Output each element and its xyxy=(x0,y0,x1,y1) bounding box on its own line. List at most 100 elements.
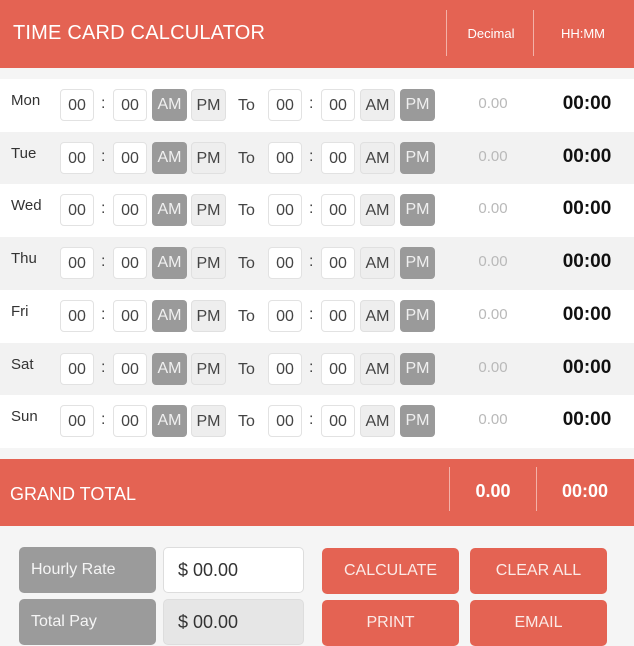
end-am-toggle[interactable]: AM xyxy=(360,142,395,174)
day-row: Sun 00 : 00 AM PM To 00 : 00 AM PM 0.00 … xyxy=(0,395,634,448)
end-am-toggle[interactable]: AM xyxy=(360,247,395,279)
day-label: Thu xyxy=(11,250,37,267)
start-am-toggle[interactable]: AM xyxy=(152,405,187,437)
to-label: To xyxy=(238,255,255,272)
start-minute-input[interactable]: 00 xyxy=(113,194,147,226)
end-pm-toggle[interactable]: PM xyxy=(400,405,435,437)
start-pm-toggle[interactable]: PM xyxy=(191,353,226,385)
start-minute-input[interactable]: 00 xyxy=(113,353,147,385)
start-hour-input[interactable]: 00 xyxy=(60,142,94,174)
decimal-hours: 0.00 xyxy=(478,359,508,376)
day-row: Tue 00 : 00 AM PM To 00 : 00 AM PM 0.00 … xyxy=(0,132,634,185)
start-pm-toggle[interactable]: PM xyxy=(191,194,226,226)
decimal-hours: 0.00 xyxy=(478,411,508,428)
start-minute-input[interactable]: 00 xyxy=(113,89,147,121)
end-pm-toggle[interactable]: PM xyxy=(400,194,435,226)
start-minute-input[interactable]: 00 xyxy=(113,300,147,332)
start-pm-toggle[interactable]: PM xyxy=(191,89,226,121)
end-minute-input[interactable]: 00 xyxy=(321,142,355,174)
start-minute-input[interactable]: 00 xyxy=(113,142,147,174)
start-minute-input[interactable]: 00 xyxy=(113,247,147,279)
start-hour-input[interactable]: 00 xyxy=(60,194,94,226)
print-button[interactable]: PRINT xyxy=(322,600,459,646)
end-minute-input[interactable]: 00 xyxy=(321,89,355,121)
colon: : xyxy=(101,411,106,428)
hhmm-hours: 00:00 xyxy=(562,198,612,219)
grand-total-label: GRAND TOTAL xyxy=(10,484,137,504)
hhmm-hours: 00:00 xyxy=(562,93,612,114)
start-pm-toggle[interactable]: PM xyxy=(191,247,226,279)
email-button[interactable]: EMAIL xyxy=(470,600,607,646)
colon: : xyxy=(309,306,314,323)
end-pm-toggle[interactable]: PM xyxy=(400,247,435,279)
colon: : xyxy=(309,411,314,428)
end-pm-toggle[interactable]: PM xyxy=(400,142,435,174)
hhmm-hours: 00:00 xyxy=(562,146,612,167)
start-hour-input[interactable]: 00 xyxy=(60,353,94,385)
end-am-toggle[interactable]: AM xyxy=(360,194,395,226)
day-label: Mon xyxy=(11,92,41,109)
end-hour-input[interactable]: 00 xyxy=(268,142,302,174)
hourly-rate-input[interactable]: $ 00.00 xyxy=(163,547,304,593)
end-minute-input[interactable]: 00 xyxy=(321,353,355,385)
end-hour-input[interactable]: 00 xyxy=(268,194,302,226)
end-hour-input[interactable]: 00 xyxy=(268,89,302,121)
start-pm-toggle[interactable]: PM xyxy=(191,300,226,332)
colon: : xyxy=(309,253,314,270)
total-pay-label: Total Pay xyxy=(19,599,156,645)
start-am-toggle[interactable]: AM xyxy=(152,300,187,332)
decimal-hours: 0.00 xyxy=(478,306,508,323)
to-label: To xyxy=(238,150,255,167)
end-minute-input[interactable]: 00 xyxy=(321,194,355,226)
start-minute-input[interactable]: 00 xyxy=(113,405,147,437)
end-pm-toggle[interactable]: PM xyxy=(400,300,435,332)
end-am-toggle[interactable]: AM xyxy=(360,89,395,121)
start-am-toggle[interactable]: AM xyxy=(152,247,187,279)
end-hour-input[interactable]: 00 xyxy=(268,247,302,279)
hhmm-hours: 00:00 xyxy=(562,304,612,325)
end-hour-input[interactable]: 00 xyxy=(268,405,302,437)
start-am-toggle[interactable]: AM xyxy=(152,142,187,174)
start-hour-input[interactable]: 00 xyxy=(60,405,94,437)
start-am-toggle[interactable]: AM xyxy=(152,89,187,121)
start-hour-input[interactable]: 00 xyxy=(60,247,94,279)
end-hour-input[interactable]: 00 xyxy=(268,300,302,332)
end-am-toggle[interactable]: AM xyxy=(360,405,395,437)
day-label: Fri xyxy=(11,303,29,320)
column-hhmm: HH:MM xyxy=(560,26,606,41)
start-pm-toggle[interactable]: PM xyxy=(191,405,226,437)
end-minute-input[interactable]: 00 xyxy=(321,405,355,437)
colon: : xyxy=(101,359,106,376)
grand-total-bar: GRAND TOTAL 0.00 00:00 xyxy=(0,459,634,526)
divider xyxy=(446,10,447,56)
day-label: Sun xyxy=(11,408,38,425)
end-hour-input[interactable]: 00 xyxy=(268,353,302,385)
end-pm-toggle[interactable]: PM xyxy=(400,89,435,121)
header-bar: TIME CARD CALCULATOR Decimal HH:MM xyxy=(0,0,634,68)
start-pm-toggle[interactable]: PM xyxy=(191,142,226,174)
start-am-toggle[interactable]: AM xyxy=(152,194,187,226)
divider xyxy=(536,467,537,511)
clear-all-button[interactable]: CLEAR ALL xyxy=(470,548,607,594)
to-label: To xyxy=(238,202,255,219)
end-pm-toggle[interactable]: PM xyxy=(400,353,435,385)
end-am-toggle[interactable]: AM xyxy=(360,300,395,332)
colon: : xyxy=(309,148,314,165)
start-hour-input[interactable]: 00 xyxy=(60,300,94,332)
divider xyxy=(449,467,450,511)
hhmm-hours: 00:00 xyxy=(562,251,612,272)
start-hour-input[interactable]: 00 xyxy=(60,89,94,121)
day-label: Tue xyxy=(11,145,37,162)
column-decimal: Decimal xyxy=(467,26,515,41)
day-row: Thu 00 : 00 AM PM To 00 : 00 AM PM 0.00 … xyxy=(0,237,634,290)
divider xyxy=(533,10,534,56)
to-label: To xyxy=(238,308,255,325)
day-row: Wed 00 : 00 AM PM To 00 : 00 AM PM 0.00 … xyxy=(0,184,634,237)
start-am-toggle[interactable]: AM xyxy=(152,353,187,385)
end-minute-input[interactable]: 00 xyxy=(321,247,355,279)
end-minute-input[interactable]: 00 xyxy=(321,300,355,332)
to-label: To xyxy=(238,413,255,430)
colon: : xyxy=(101,95,106,112)
calculate-button[interactable]: CALCULATE xyxy=(322,548,459,594)
end-am-toggle[interactable]: AM xyxy=(360,353,395,385)
